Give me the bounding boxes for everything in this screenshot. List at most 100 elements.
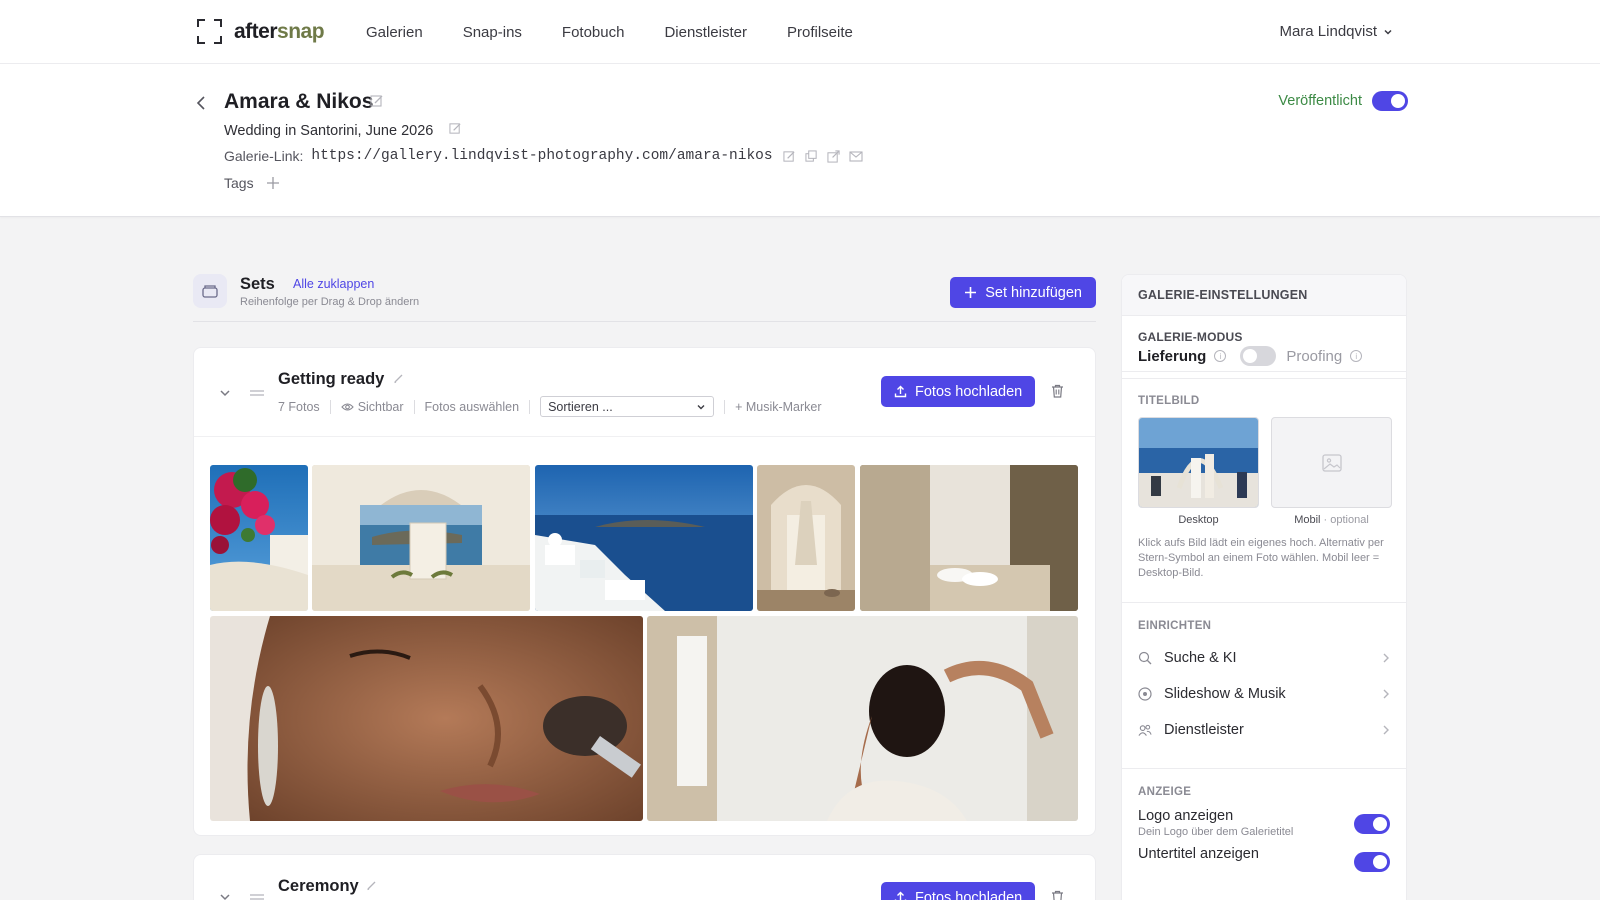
subtitle-toggle[interactable] xyxy=(1354,852,1390,872)
mode-proofing-label[interactable]: Proofing xyxy=(1286,348,1342,365)
delete-set-icon[interactable] xyxy=(1051,890,1064,900)
photo-makeup-closeup[interactable] xyxy=(210,616,643,821)
logo-text: aftersnap xyxy=(234,19,325,43)
info-icon[interactable]: i xyxy=(1214,350,1227,362)
slideshow-icon xyxy=(1138,687,1152,701)
photo-count: 7 Fotos xyxy=(278,399,320,414)
set-card-getting-ready: Getting ready 7 Fotos Sichtbar Fotos aus… xyxy=(193,347,1096,836)
gallery-link-url[interactable]: https://gallery.lindqvist-photography.co… xyxy=(311,148,772,164)
edit-title-icon[interactable] xyxy=(370,94,384,108)
external-link-icon[interactable] xyxy=(826,149,840,163)
sets-stack-icon xyxy=(193,274,227,308)
edit-link-icon[interactable] xyxy=(782,150,796,163)
drag-handle-icon[interactable] xyxy=(249,388,265,398)
setup-item-label: Suche & KI xyxy=(1164,650,1237,666)
display-logo-label: Logo anzeigen xyxy=(1138,808,1234,824)
visibility-toggle[interactable]: Sichtbar xyxy=(340,399,404,414)
search-icon xyxy=(1138,651,1152,665)
copy-link-icon[interactable] xyxy=(804,149,818,163)
set-header: Getting ready 7 Fotos Sichtbar Fotos aus… xyxy=(194,348,1095,437)
sets-toolbar: Sets Alle zuklappen Reihenfolge per Drag… xyxy=(193,272,1096,322)
nav-item-snap-ins[interactable]: Snap-ins xyxy=(463,24,522,41)
chevron-down-icon xyxy=(1384,29,1392,35)
gallery-link-label: Galerie-Link: xyxy=(224,148,304,164)
sort-select[interactable]: Sortieren ... xyxy=(540,396,715,417)
main-nav: Galerien Snap-ins Fotobuch Dienstleister… xyxy=(366,24,893,41)
drag-handle-icon[interactable] xyxy=(249,892,265,900)
chevron-right-icon xyxy=(1383,689,1389,699)
logo-toggle[interactable] xyxy=(1354,814,1390,834)
display-logo-desc: Dein Logo über dem Galerietitel xyxy=(1138,826,1294,838)
set-name: Getting ready xyxy=(278,370,385,388)
select-photos-link[interactable]: Fotos auswählen xyxy=(425,400,520,414)
top-navigation: aftersnap Galerien Snap-ins Fotobuch Die… xyxy=(0,0,1600,64)
aftersnap-logo[interactable]: aftersnap xyxy=(197,19,325,44)
nav-item-fotobuch[interactable]: Fotobuch xyxy=(562,24,625,41)
setup-item-label: Dienstleister xyxy=(1164,722,1244,738)
photo-hair-styling[interactable] xyxy=(647,616,1078,821)
nav-item-dienstleister[interactable]: Dienstleister xyxy=(664,24,747,41)
nav-item-profilseite[interactable]: Profilseite xyxy=(787,24,853,41)
photo-caldera-view[interactable] xyxy=(535,465,753,611)
display-title: ANZEIGE xyxy=(1138,786,1192,798)
display-logo-row: Logo anzeigen Dein Logo über dem Galerie… xyxy=(1138,808,1390,838)
chevron-down-icon xyxy=(697,404,705,409)
gallery-mode-title: GALERIE-MODUS xyxy=(1138,330,1243,344)
photo-bougainvillea[interactable] xyxy=(210,465,308,611)
edit-subtitle-icon[interactable] xyxy=(449,122,462,135)
chevron-right-icon xyxy=(1383,725,1389,735)
setup-item-slideshow-music[interactable]: Slideshow & Musik xyxy=(1138,676,1390,712)
users-icon xyxy=(1138,724,1152,736)
setup-title: EINRICHTEN xyxy=(1138,620,1212,632)
published-label: Veröffentlicht xyxy=(1278,93,1362,109)
photo-shoes-window[interactable] xyxy=(860,465,1078,611)
mode-delivery-label[interactable]: Lieferung xyxy=(1138,348,1206,365)
add-tag-icon[interactable] xyxy=(266,176,280,190)
mail-icon[interactable] xyxy=(849,150,863,163)
add-set-label: Set hinzufügen xyxy=(985,284,1082,301)
image-placeholder-icon xyxy=(1321,453,1342,472)
nav-item-galerien[interactable]: Galerien xyxy=(366,24,423,41)
info-icon[interactable]: i xyxy=(1350,350,1363,362)
upload-icon xyxy=(894,385,907,398)
cover-mobile: Mobil · optional xyxy=(1271,417,1392,526)
gallery-settings-panel: GALERIE-EINSTELLUNGEN GALERIE-MODUS Lief… xyxy=(1121,274,1407,900)
edit-set-name-icon[interactable] xyxy=(366,880,377,891)
published-toggle[interactable] xyxy=(1372,91,1408,111)
cover-mobile-placeholder[interactable] xyxy=(1271,417,1392,508)
setup-item-label: Slideshow & Musik xyxy=(1164,686,1286,702)
setup-item-vendors[interactable]: Dienstleister xyxy=(1138,712,1390,748)
user-menu[interactable]: Mara Lindqvist xyxy=(1279,23,1393,40)
back-arrow-icon[interactable] xyxy=(193,94,211,112)
gallery-mode-row: Lieferung i Proofing i xyxy=(1122,346,1406,380)
cover-image-title: TITELBILD xyxy=(1138,395,1200,407)
delete-set-icon[interactable] xyxy=(1051,384,1064,398)
tags-row: Tags xyxy=(224,175,280,191)
collapse-all-link[interactable]: Alle zuklappen xyxy=(293,277,374,291)
set-meta-row: 7 Fotos Sichtbar Fotos auswählen Sortier… xyxy=(278,396,822,417)
gallery-header: Amara & Nikos Wedding in Santorini, June… xyxy=(0,64,1600,217)
visibility-label: Sichtbar xyxy=(357,399,404,414)
collapse-chevron-icon[interactable] xyxy=(219,387,231,399)
edit-set-name-icon[interactable] xyxy=(393,373,404,384)
cover-desktop-image[interactable] xyxy=(1138,417,1259,508)
add-set-button[interactable]: Set hinzufügen xyxy=(950,277,1096,308)
upload-icon xyxy=(894,891,907,900)
sets-title: Sets xyxy=(240,275,275,293)
setup-item-search-ai[interactable]: Suche & KI xyxy=(1138,640,1390,676)
set-name: Ceremony xyxy=(278,877,359,895)
panel-title: GALERIE-EINSTELLUNGEN xyxy=(1122,275,1406,316)
photo-dress-hanging[interactable] xyxy=(757,465,855,611)
cover-desktop-caption: Desktop xyxy=(1178,514,1219,526)
music-marker-link[interactable]: + Musik-Marker xyxy=(735,400,821,414)
sets-reorder-hint: Reihenfolge per Drag & Drop ändern xyxy=(240,296,420,308)
photo-invitation-card[interactable] xyxy=(312,465,530,611)
display-section: ANZEIGE Logo anzeigen Dein Logo über dem… xyxy=(1122,769,1406,872)
gallery-mode-toggle[interactable] xyxy=(1240,346,1277,366)
cover-image-section: TITELBILD Desktop Mobil · optional Klick… xyxy=(1122,379,1406,603)
upload-photos-button[interactable]: Fotos hochladen xyxy=(881,376,1036,407)
upload-photos-button[interactable]: Fotos hochladen xyxy=(881,882,1036,900)
display-subtitle-label: Untertitel anzeigen xyxy=(1138,846,1259,862)
collapse-chevron-icon[interactable] xyxy=(219,891,231,900)
setup-section: EINRICHTEN Suche & KI Slideshow & Musik … xyxy=(1122,603,1406,769)
